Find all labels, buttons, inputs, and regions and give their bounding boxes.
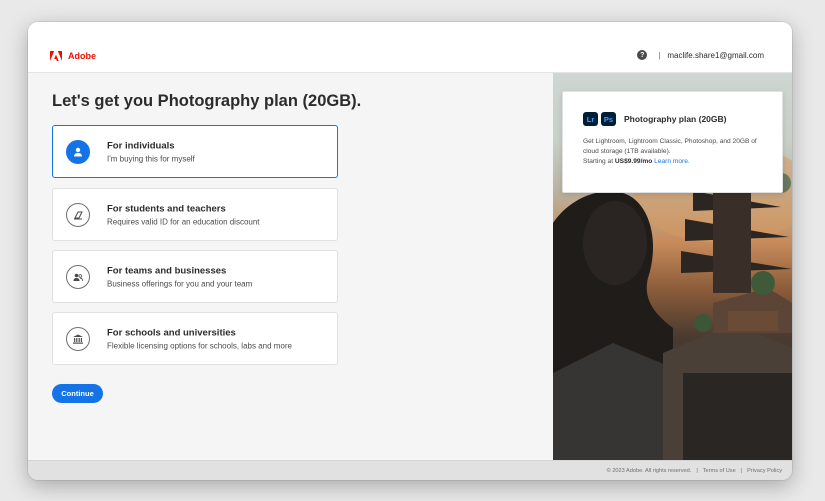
- lightroom-icon: Lr: [583, 112, 598, 126]
- price-prefix: Starting at: [583, 158, 614, 165]
- option-schools-universities[interactable]: For schools and universities Flexible li…: [52, 312, 338, 365]
- option-subtitle: Flexible licensing options for schools, …: [107, 341, 292, 350]
- option-title: For individuals: [107, 140, 175, 151]
- users-icon: [66, 264, 90, 289]
- institution-icon: [66, 326, 90, 351]
- privacy-link[interactable]: Privacy Policy: [747, 468, 782, 474]
- header-divider: |: [658, 50, 661, 60]
- user-icon: [66, 139, 90, 164]
- eraser-icon: [66, 202, 90, 227]
- terms-link[interactable]: Terms of Use: [703, 468, 736, 474]
- question-circle-icon[interactable]: ?: [637, 50, 648, 60]
- option-subtitle: I'm buying this for myself: [107, 154, 195, 163]
- option-teams-businesses[interactable]: For teams and businesses Business offeri…: [52, 250, 338, 303]
- brand-name: Adobe: [68, 51, 96, 61]
- option-title: For teams and businesses: [107, 265, 227, 276]
- option-subtitle: Requires valid ID for an education disco…: [107, 217, 260, 226]
- page-title: Let's get you Photography plan (20GB).: [52, 92, 362, 110]
- plan-price: US$9.99/mo: [614, 158, 653, 165]
- plan-summary-card: Lr Ps Photography plan (20GB) Get Lightr…: [562, 91, 783, 193]
- plan-description: Get Lightroom, Lightroom Classic, Photos…: [583, 138, 757, 155]
- account-email[interactable]: maclife.share1@gmail.com: [667, 51, 764, 60]
- option-individuals[interactable]: For individuals I'm buying this for myse…: [52, 125, 338, 178]
- plan-price-line: Starting at US$9.99/mo Learn more.: [583, 158, 690, 165]
- option-title: For students and teachers: [107, 203, 226, 214]
- footer-separator: |: [740, 467, 743, 474]
- footer: © 2023 Adobe. All rights reserved. | Ter…: [28, 460, 792, 480]
- account-area: ? | maclife.share1@gmail.com: [637, 50, 764, 60]
- plan-header: Lr Ps Photography plan (20GB): [583, 112, 726, 126]
- adobe-logo-icon: [50, 51, 62, 61]
- option-title: For schools and universities: [107, 327, 236, 338]
- copyright-text: © 2023 Adobe. All rights reserved.: [606, 467, 692, 474]
- adobe-logo[interactable]: Adobe: [50, 51, 96, 61]
- photoshop-icon: Ps: [601, 112, 616, 126]
- option-subtitle: Business offerings for you and your team: [107, 279, 253, 288]
- footer-separator: |: [696, 467, 698, 474]
- learn-more-link[interactable]: Learn more.: [654, 158, 690, 165]
- continue-button[interactable]: Continue: [52, 384, 103, 403]
- plan-title: Photography plan (20GB): [624, 114, 727, 124]
- option-students-teachers[interactable]: For students and teachers Requires valid…: [52, 188, 338, 241]
- top-bar: Adobe ? | maclife.share1@gmail.com: [28, 22, 792, 73]
- app-window: Adobe ? | maclife.share1@gmail.com Let's…: [28, 22, 792, 480]
